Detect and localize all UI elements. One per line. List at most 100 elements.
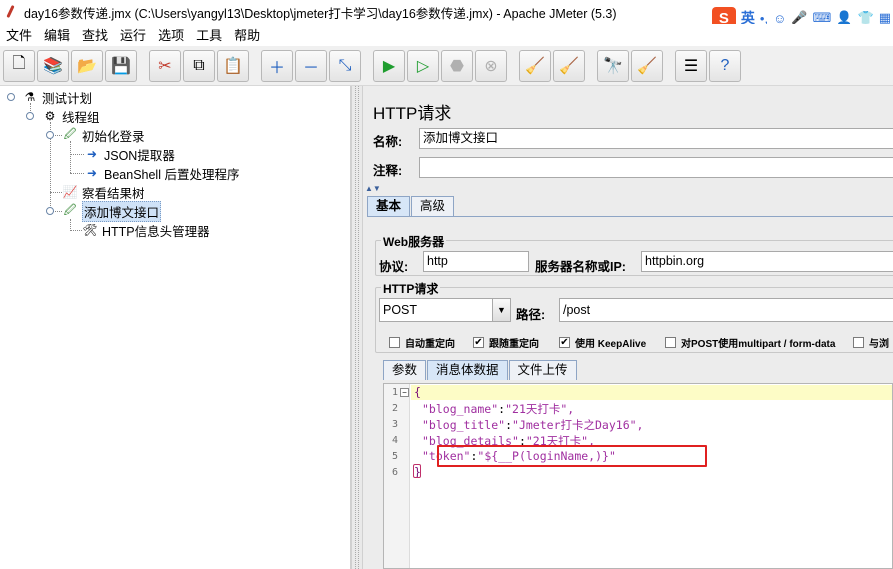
open-button[interactable]: 📂	[71, 49, 103, 82]
templates-button[interactable]: 📚	[37, 49, 69, 82]
name-field[interactable]: 添加博文接口	[419, 128, 893, 149]
menu-file[interactable]: 文件	[6, 25, 32, 44]
annotation-highlight-box	[437, 445, 707, 467]
reset-search-button[interactable]: 🧹	[631, 49, 663, 82]
tree-toggle-add-blog[interactable]	[46, 207, 54, 215]
play-no-pause-icon: ▷	[416, 57, 430, 75]
new-file-icon: 🗋	[12, 55, 26, 72]
listener-chart-icon: 📈	[62, 185, 78, 199]
templates-icon: 📚	[43, 57, 63, 75]
server-label: 服务器名称或IP:	[535, 260, 626, 274]
menu-help[interactable]: 帮助	[234, 25, 260, 44]
sampler-pipette-icon: 🖉	[63, 202, 77, 217]
window-title: day16参数传递.jmx (C:\Users\yangyl13\Desktop…	[24, 6, 617, 21]
help-button[interactable]: ?	[709, 49, 741, 82]
body-tabs: 参数 消息体数据 文件上传	[383, 360, 578, 380]
tab-body-data[interactable]: 消息体数据	[427, 360, 508, 380]
tree-item-view-results-tree[interactable]: 📈 察看结果树	[62, 183, 145, 201]
protocol-field[interactable]: http	[423, 251, 529, 272]
method-select[interactable]: POST ▼	[379, 298, 511, 322]
tab-parameters[interactable]: 参数	[383, 360, 427, 380]
start-button[interactable]: ▶	[373, 49, 405, 82]
thread-group-icon: ⚙	[44, 109, 56, 123]
fold-collapse-icon[interactable]: −	[400, 388, 409, 397]
method-value: POST	[383, 303, 418, 317]
toggle-wand-icon: ⤡	[338, 56, 352, 74]
tree-item-label: 添加博文接口	[82, 200, 162, 222]
tree-item-beanshell-postprocessor[interactable]: ➜ BeanShell 后置处理程序	[84, 164, 240, 182]
toolbar: 🗋 📚 📂 💾 ✂ ⧉ 📋 ＋ － ⤡ ▶ ▷ ⬣ ⊗ 🧹 🧹 🔭 🧹 ☰ ?	[0, 46, 893, 86]
postprocessor-arrow-icon: ➜	[86, 166, 98, 180]
clear-all-button[interactable]: 🧹	[553, 49, 585, 82]
protocol-label: 协议:	[379, 260, 409, 274]
copy-icon: ⧉	[193, 56, 205, 74]
tree-item-add-blog[interactable]: 🖉 添加博文接口	[62, 200, 162, 222]
extractor-arrow-icon: ➜	[86, 147, 98, 161]
server-field[interactable]: httpbin.org	[641, 251, 893, 272]
broom-all-icon: 🧹	[559, 57, 579, 75]
follow-redirects-checkbox[interactable]: ✔ 跟随重定向	[473, 335, 539, 350]
menu-run[interactable]: 运行	[120, 25, 146, 44]
checkmark-icon: ✔	[473, 336, 484, 348]
comment-label: 注释:	[373, 164, 403, 178]
new-button[interactable]: 🗋	[3, 49, 35, 82]
clear-button[interactable]: 🧹	[519, 49, 551, 82]
function-helper-button[interactable]: ☰	[675, 49, 707, 82]
multipart-checkbox[interactable]: 对POST使用multipart / form-data	[665, 335, 835, 350]
help-icon: ?	[720, 56, 730, 74]
tab-advanced[interactable]: 高级	[411, 196, 455, 216]
keepalive-checkbox[interactable]: ✔ 使用 KeepAlive	[559, 335, 646, 350]
save-button[interactable]: 💾	[105, 49, 137, 82]
pane-splitter[interactable]	[351, 86, 363, 569]
toggle-button[interactable]: ⤡	[329, 49, 361, 82]
tab-file-upload[interactable]: 文件上传	[508, 360, 577, 380]
tree-item-header-manager[interactable]: 🛠 HTTP信息头管理器	[82, 221, 209, 239]
tree-item-test-plan[interactable]: ⚗ 测试计划	[22, 88, 92, 106]
browser-headers-checkbox[interactable]: 与浏	[853, 335, 889, 350]
binoculars-icon: 🔭	[603, 57, 623, 75]
path-label: 路径:	[516, 308, 546, 322]
tree-item-json-extractor[interactable]: ➜ JSON提取器	[84, 145, 175, 163]
tree-item-label: BeanShell 后置处理程序	[104, 167, 240, 182]
checkmark-icon: ✔	[559, 336, 570, 348]
tree-toggle-test-plan[interactable]	[7, 93, 15, 101]
menu-search[interactable]: 查找	[82, 25, 108, 44]
collapse-button[interactable]: －	[295, 49, 327, 82]
code-line-1: {	[414, 385, 421, 399]
tree-item-label: 察看结果树	[82, 186, 145, 201]
follow-redirects-auto-checkbox[interactable]: 自动重定向	[389, 335, 455, 350]
tree-toggle-thread-group[interactable]	[26, 112, 34, 120]
tree-item-label: 线程组	[62, 110, 100, 125]
shutdown-button[interactable]: ⊗	[475, 49, 507, 82]
start-no-pause-button[interactable]: ▷	[407, 49, 439, 82]
comment-field[interactable]	[419, 157, 893, 178]
minus-icon: －	[302, 59, 319, 77]
line-number: 6	[391, 467, 398, 478]
paste-button[interactable]: 📋	[217, 49, 249, 82]
tab-basic[interactable]: 基本	[367, 196, 411, 216]
copy-button[interactable]: ⧉	[183, 49, 215, 82]
tree-item-thread-group[interactable]: ⚙ 线程组	[42, 107, 100, 125]
list-icon: ☰	[683, 57, 699, 75]
path-field[interactable]: /post	[559, 298, 893, 322]
menu-tools[interactable]: 工具	[196, 25, 222, 44]
jmeter-feather-icon	[4, 5, 18, 19]
tree-item-init-login[interactable]: 🖉 初始化登录	[62, 126, 145, 144]
search-button[interactable]: 🔭	[597, 49, 629, 82]
cut-button[interactable]: ✂	[149, 49, 181, 82]
tree-toggle-init-login[interactable]	[46, 131, 54, 139]
body-data-editor[interactable]: 1 2 3 4 5 6 − { "blog_name":"21天打卡", "bl…	[383, 383, 893, 569]
current-line-highlight	[411, 385, 892, 400]
collapse-arrows-icon[interactable]: ▲▼	[365, 184, 381, 193]
menu-edit[interactable]: 编辑	[44, 25, 70, 44]
sampler-pipette-icon: 🖉	[63, 126, 77, 141]
scissors-icon: ✂	[158, 57, 172, 75]
checkbox-box	[853, 337, 864, 348]
expand-button[interactable]: ＋	[261, 49, 293, 82]
tree-item-label: JSON提取器	[104, 148, 175, 163]
chevron-down-icon[interactable]: ▼	[492, 299, 510, 321]
line-number: 1	[391, 387, 398, 398]
config-tools-icon: 🛠	[82, 223, 98, 237]
stop-button[interactable]: ⬣	[441, 49, 473, 82]
menu-options[interactable]: 选项	[158, 25, 184, 44]
